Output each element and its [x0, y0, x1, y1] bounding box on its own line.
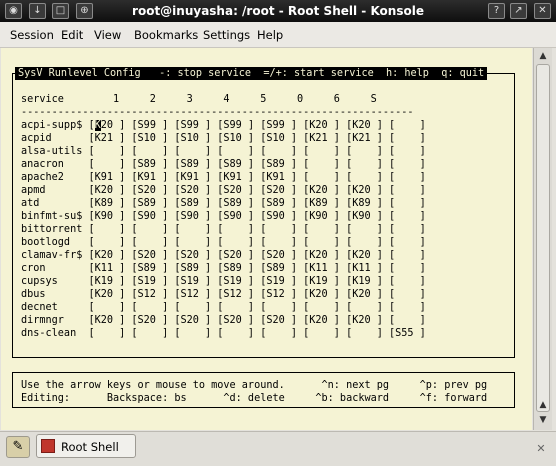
- menu-edit[interactable]: Edit: [61, 28, 83, 42]
- session-tab-label: Root Shell: [61, 440, 119, 454]
- text-cursor: K: [94, 120, 101, 131]
- service-row[interactable]: bootlogd [ ] [ ] [ ] [ ] [ ] [ ] [ ] [ ]: [21, 236, 426, 249]
- service-row[interactable]: bittorrent [ ] [ ] [ ] [ ] [ ] [ ] [ ] […: [21, 223, 426, 236]
- service-row[interactable]: dirmngr [K20 ] [S20 ] [S20 ] [S20 ] [S20…: [21, 314, 426, 327]
- new-session-icon[interactable]: ✎: [6, 436, 30, 458]
- help-line-2: Editing: Backspace: bs ^d: delete ^b: ba…: [21, 393, 488, 404]
- service-row[interactable]: cron [K11 ] [S89 ] [S89 ] [S89 ] [S89 ] …: [21, 262, 426, 275]
- service-row[interactable]: cupsys [K19 ] [S19 ] [S19 ] [S19 ] [S19 …: [21, 275, 426, 288]
- close-session-icon[interactable]: ✕: [532, 441, 550, 457]
- service-row[interactable]: dns-clean [ ] [ ] [ ] [ ] [ ] [ ] [ ] [S…: [21, 327, 426, 340]
- menu-settings[interactable]: Settings: [203, 28, 250, 42]
- maximize-icon[interactable]: ↗: [510, 3, 527, 19]
- terminal-icon: [41, 439, 55, 453]
- menu-help[interactable]: Help: [257, 28, 283, 42]
- menu-bookmarks[interactable]: Bookmarks: [134, 28, 198, 42]
- service-row[interactable]: atd [K89 ] [S89 ] [S89 ] [S89 ] [S89 ] […: [21, 197, 426, 210]
- session-tab[interactable]: Root Shell: [36, 434, 136, 458]
- service-row[interactable]: decnet [ ] [ ] [ ] [ ] [ ] [ ] [ ] [ ]: [21, 301, 426, 314]
- service-row[interactable]: binfmt-su$ [K90 ] [S90 ] [S90 ] [S90 ] […: [21, 210, 426, 223]
- service-row[interactable]: dbus [K20 ] [S12 ] [S12 ] [S12 ] [S12 ] …: [21, 288, 426, 301]
- column-headers: service 1 2 3 4 5 0 6 S: [21, 94, 377, 105]
- service-row[interactable]: acpi-supp$ [K20 ] [S99 ] [S99 ] [S99 ] […: [21, 119, 426, 132]
- service-row[interactable]: clamav-fr$ [K20 ] [S20 ] [S20 ] [S20 ] […: [21, 249, 426, 262]
- window-titlebar[interactable]: ◉ ↓ □ ⊕ root@inuyasha: /root - Root Shel…: [0, 0, 556, 22]
- menu-view[interactable]: View: [94, 28, 121, 42]
- terminal-area[interactable]: SysV Runlevel Config -: stop service =/+…: [1, 48, 532, 430]
- scroll-down-icon[interactable]: ▼: [536, 413, 550, 427]
- menubar: Session Edit View Bookmarks Settings Hel…: [0, 22, 556, 48]
- help-icon[interactable]: ?: [488, 3, 505, 19]
- help-line-1: Use the arrow keys or mouse to move arou…: [21, 380, 488, 391]
- close-icon[interactable]: ✕: [534, 3, 551, 19]
- scroll-up-icon-2[interactable]: ▲: [536, 398, 550, 412]
- scroll-up-icon[interactable]: ▲: [536, 49, 550, 63]
- header-bar: SysV Runlevel Config -: stop service =/+…: [15, 67, 488, 80]
- window-title: root@inuyasha: /root - Root Shell - Kons…: [132, 4, 424, 18]
- separator-line: ----------------------------------------…: [21, 107, 414, 118]
- service-row[interactable]: anacron [ ] [S89 ] [S89 ] [S89 ] [S89 ] …: [21, 158, 426, 171]
- vertical-scrollbar[interactable]: ▲ ▲ ▼: [533, 48, 552, 430]
- service-row[interactable]: acpid [K21 ] [S10 ] [S10 ] [S10 ] [S10 ]…: [21, 132, 426, 145]
- service-row[interactable]: apache2 [K91 ] [K91 ] [K91 ] [K91 ] [K91…: [21, 171, 426, 184]
- scrollbar-thumb[interactable]: [536, 64, 550, 412]
- menu-session[interactable]: Session: [10, 28, 54, 42]
- service-row[interactable]: alsa-utils [ ] [ ] [ ] [ ] [ ] [ ] [ ] […: [21, 145, 426, 158]
- service-row[interactable]: apmd [K20 ] [S20 ] [S20 ] [S20 ] [S20 ] …: [21, 184, 426, 197]
